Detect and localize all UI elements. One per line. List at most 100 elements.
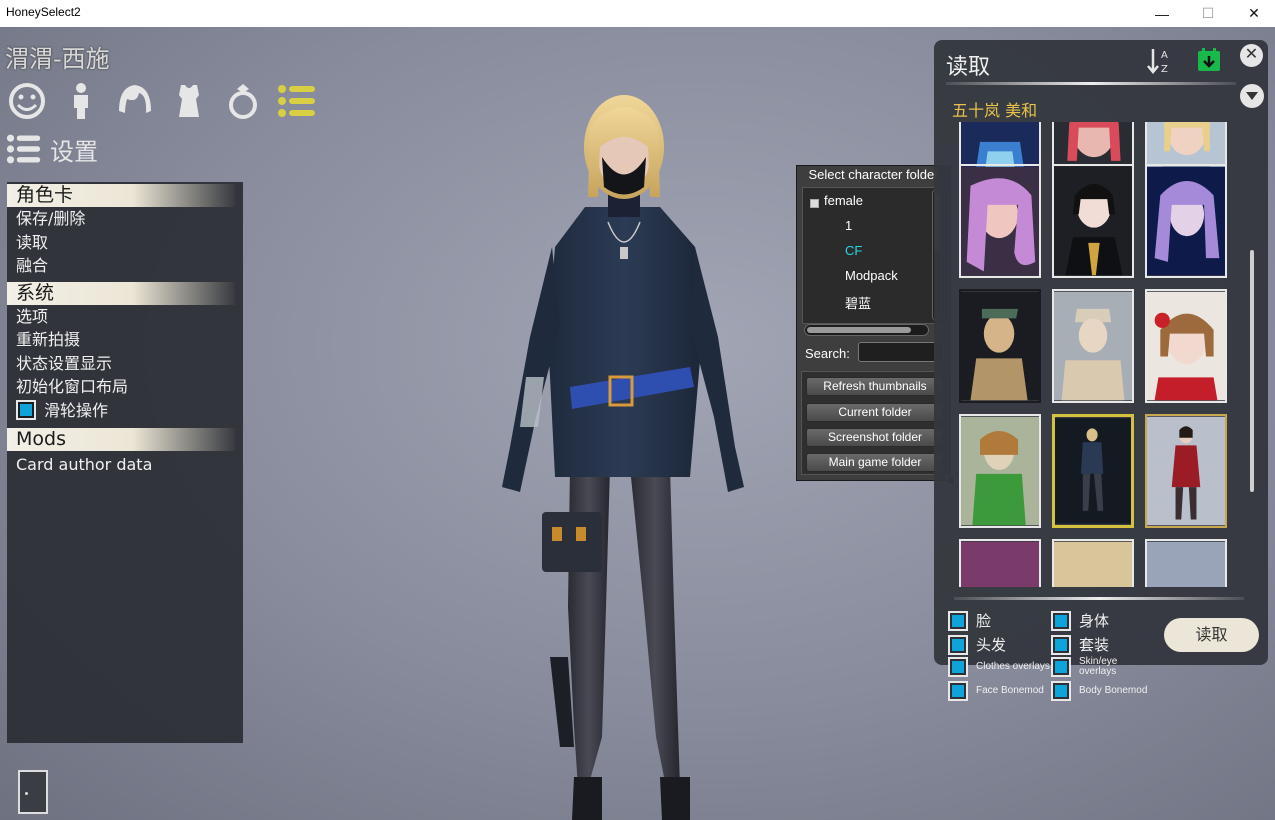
option-skin-eye-overlays[interactable]: Skin/eye overlays [1051, 657, 1123, 677]
refresh-thumbnails-button[interactable]: Refresh thumbnails [806, 377, 944, 396]
window-titlebar: HoneySelect2 — ☐ ✕ [0, 0, 1275, 27]
divider [946, 82, 1236, 85]
menu-item-card-author-data[interactable]: Card author data [7, 453, 243, 477]
screenshot-folder-button[interactable]: Screenshot folder [806, 428, 944, 447]
option-clothes-overlays[interactable]: Clothes overlays [948, 657, 1050, 677]
option-label: Body Bonemod [1079, 685, 1148, 696]
character-card[interactable] [1052, 164, 1134, 278]
folder-bilan[interactable]: 碧蓝 [845, 293, 871, 312]
option-label: Face Bonemod [976, 685, 1044, 696]
option-label: 脸 [976, 612, 992, 630]
option-body[interactable]: 身体 [1051, 610, 1109, 631]
current-folder-name: 五十岚 美和 [952, 101, 1038, 120]
menu-item-options[interactable]: 选项 [7, 305, 243, 329]
menu-section-mods: Mods [7, 428, 235, 451]
character-card[interactable] [1145, 289, 1227, 403]
folder-window-title: Select character folder [808, 167, 939, 182]
wheel-operation-checkbox[interactable] [16, 400, 36, 421]
tree-expand-toggle[interactable] [810, 199, 819, 208]
category-toolbar [4, 79, 320, 123]
calendar-sort-icon[interactable] [1197, 48, 1221, 72]
body-bonemod-checkbox[interactable] [1051, 681, 1071, 701]
character-name: 渭渭-西施 [5, 45, 110, 73]
folder-female[interactable]: female [824, 193, 863, 208]
search-label: Search: [805, 346, 850, 361]
option-label: 身体 [1079, 612, 1110, 630]
option-body-bonemod[interactable]: Body Bonemod [1051, 681, 1147, 701]
folder-search-input[interactable] [858, 342, 944, 362]
character-card[interactable] [959, 289, 1041, 403]
svg-text:Z: Z [1161, 64, 1168, 75]
menu-section-character-card: 角色卡 [7, 184, 235, 207]
settings-label: 设置 [50, 137, 98, 166]
select-folder-window: Select character folder female 1 CF Modp… [796, 165, 955, 485]
character-card[interactable] [959, 414, 1041, 528]
tree-horizontal-scrollbar[interactable] [804, 324, 929, 336]
system-menu-panel: 角色卡 保存/删除 读取 融合 系统 选项 重新拍摄 状态设置显示 初始化窗口布… [7, 182, 243, 743]
folder-buttons-box: Refresh thumbnails Current folder Screen… [801, 371, 948, 475]
folder-1[interactable]: 1 [845, 218, 852, 233]
menu-item-status-display[interactable]: 状态设置显示 [7, 352, 243, 376]
game-viewport[interactable]: 渭渭-西施 设置 角色卡 保存/删除 读取 融合 系统 选项 重新拍摄 状态设置… [0, 27, 1275, 820]
close-load-panel-button[interactable]: ✕ [1240, 44, 1263, 67]
face-icon[interactable] [4, 79, 50, 123]
folder-dropdown-icon[interactable] [1240, 84, 1264, 108]
face-bonemod-checkbox[interactable] [948, 681, 968, 701]
option-face[interactable]: 脸 [948, 610, 991, 631]
load-panel: 读取 A Z ✕ 五十岚 美和 [934, 40, 1268, 665]
clothes-overlays-checkbox[interactable] [948, 657, 968, 677]
menu-item-fusion[interactable]: 融合 [7, 254, 243, 278]
option-outfit[interactable]: 套装 [1051, 634, 1109, 655]
option-label: Clothes overlays [976, 661, 1050, 672]
body-icon[interactable] [58, 79, 104, 123]
main-game-folder-button[interactable]: Main game folder [806, 453, 944, 472]
menu-item-retake-screenshot[interactable]: 重新拍摄 [7, 328, 243, 352]
card-grid-scrollbar[interactable] [1250, 250, 1254, 492]
folder-cf[interactable]: CF [845, 243, 862, 258]
folder-modpack[interactable]: Modpack [845, 268, 898, 283]
option-label: 套装 [1079, 636, 1110, 654]
hair-checkbox[interactable] [948, 634, 968, 655]
minimize-button[interactable]: — [1139, 0, 1185, 27]
clothes-icon[interactable] [166, 79, 212, 123]
menu-item-save-delete[interactable]: 保存/删除 [7, 207, 243, 231]
settings-list-icon[interactable] [274, 79, 320, 123]
current-folder-button[interactable]: Current folder [806, 403, 944, 422]
character-card-selected[interactable] [1052, 414, 1134, 528]
character-card[interactable] [959, 164, 1041, 278]
load-panel-title: 读取 [946, 55, 991, 80]
divider [954, 597, 1244, 600]
list-icon [6, 134, 41, 164]
character-model[interactable] [490, 87, 760, 820]
character-card[interactable] [1052, 289, 1134, 403]
skin-eye-overlays-checkbox[interactable] [1051, 657, 1071, 677]
sort-az-icon[interactable]: A Z [1147, 46, 1173, 76]
maximize-button[interactable]: ☐ [1185, 0, 1231, 27]
folder-tree: female 1 CF Modpack 碧蓝 [802, 187, 945, 324]
character-card[interactable] [959, 539, 1041, 587]
wheel-operation-label: 滑轮操作 [44, 400, 109, 420]
option-hair[interactable]: 头发 [948, 634, 1006, 655]
character-card[interactable] [1145, 539, 1227, 587]
body-checkbox[interactable] [1051, 610, 1071, 631]
option-face-bonemod[interactable]: Face Bonemod [948, 681, 1044, 701]
character-card[interactable] [1145, 414, 1227, 528]
character-card-grid [954, 122, 1234, 587]
load-button[interactable]: 读取 [1164, 618, 1259, 652]
menu-section-system: 系统 [7, 281, 235, 305]
menu-item-reset-window-layout[interactable]: 初始化窗口布局 [7, 375, 243, 399]
option-label: Skin/eye overlays [1079, 656, 1118, 677]
exit-door-icon[interactable] [18, 770, 48, 814]
menu-item-wheel-operation[interactable]: 滑轮操作 [7, 399, 243, 423]
hair-icon[interactable] [112, 79, 158, 123]
face-checkbox[interactable] [948, 610, 968, 631]
menu-item-load[interactable]: 读取 [7, 231, 243, 255]
outfit-checkbox[interactable] [1051, 634, 1071, 655]
window-title: HoneySelect2 [6, 5, 81, 19]
character-card[interactable] [1052, 539, 1134, 587]
close-window-button[interactable]: ✕ [1231, 0, 1275, 27]
svg-text:A: A [1161, 50, 1168, 61]
accessory-icon[interactable] [220, 79, 266, 123]
settings-heading: 设置 [6, 131, 98, 167]
character-card[interactable] [1145, 164, 1227, 278]
